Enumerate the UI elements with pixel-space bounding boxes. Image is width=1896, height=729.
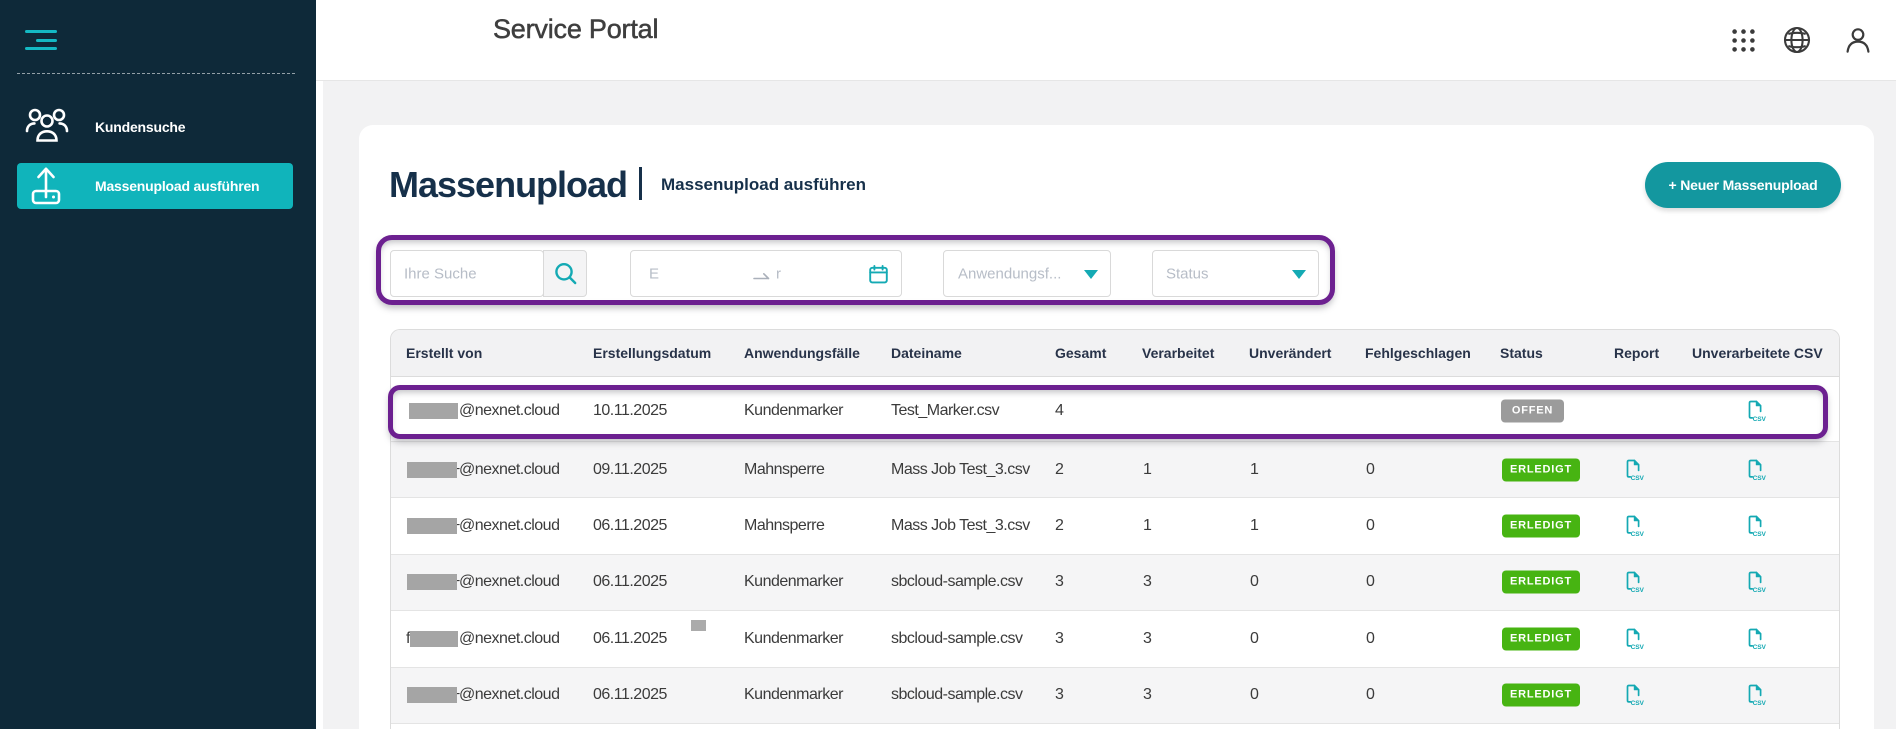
svg-text:CSV: CSV [1753,475,1766,480]
svg-text:CSV: CSV [1631,644,1644,649]
svg-text:CSV: CSV [1753,588,1766,593]
svg-text:CSV: CSV [1753,531,1766,536]
svg-text:CSV: CSV [1631,588,1644,593]
svg-text:CSV: CSV [1631,475,1644,480]
svg-text:CSV: CSV [1631,531,1644,536]
svg-text:CSV: CSV [1631,700,1644,705]
svg-text:CSV: CSV [1753,700,1766,705]
svg-text:CSV: CSV [1753,644,1766,649]
